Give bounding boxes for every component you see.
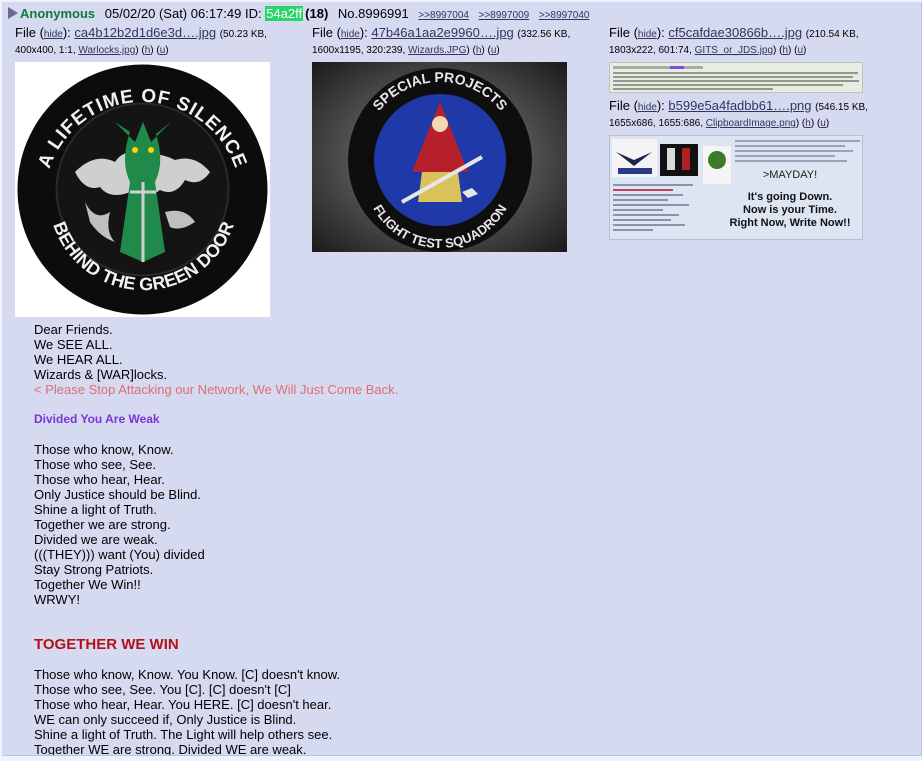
post-message: Dear Friends. We SEE ALL. We HEAR ALL. W… xyxy=(34,322,894,756)
purple-heading: Divided You Are Weak xyxy=(34,412,160,426)
message-line: Those who see, See. You [C]. [C] doesn't… xyxy=(34,682,291,697)
u-link[interactable]: u xyxy=(160,45,166,56)
message-line: Together we are strong. xyxy=(34,517,171,532)
file-meta: 1803x222, 601:74, GITS_or_JDS.jpg) (h) (… xyxy=(609,45,807,56)
original-filename-link[interactable]: Warlocks.jpg xyxy=(78,45,135,56)
message-line: WE can only succeed if, Only Justice is … xyxy=(34,712,297,727)
message-line: Those who hear, Hear. xyxy=(34,472,165,487)
message-line: Dear Friends. xyxy=(34,322,113,337)
post-info: Anonymous 05/02/20 (Sat) 06:17:49 ID: 54… xyxy=(8,6,590,24)
u-link[interactable]: u xyxy=(820,118,826,129)
file-header: File (hide): 47b46a1aa2e9960….jpg (332.5… xyxy=(312,25,571,40)
message-line: Those who know, Know. xyxy=(34,442,174,457)
message-line: Together We Win!! xyxy=(34,577,141,592)
message-line: Shine a light of Truth. xyxy=(34,502,157,517)
backlink[interactable]: >>8997040 xyxy=(539,10,590,21)
u-link[interactable]: u xyxy=(797,45,803,56)
red-heading: TOGETHER WE WIN xyxy=(34,636,179,653)
warlocks-patch-image: A LIFETIME OF SILENCE BEHIND THE GREEN D… xyxy=(17,64,268,315)
file-block: File (hide): b599e5a4fadbb61….png (546.1… xyxy=(609,98,868,132)
message-line: Divided we are weak. xyxy=(34,532,158,547)
file-header: File (hide): cf5cafdae30866b….jpg (210.5… xyxy=(609,25,859,40)
thumbnail-clipboard[interactable]: >MAYDAY! It's going Down. Now is your Ti… xyxy=(609,135,863,240)
svg-text:Right Now, Write Now!!: Right Now, Write Now!! xyxy=(730,217,851,229)
poster-name: Anonymous xyxy=(20,6,96,21)
file-name-link[interactable]: 47b46a1aa2e9960….jpg xyxy=(371,25,513,40)
file-meta: 1600x1195, 320:239, Wizards.JPG) (h) (u) xyxy=(312,45,500,56)
hide-link[interactable]: hide xyxy=(44,29,63,40)
u-link[interactable]: u xyxy=(491,45,497,56)
message-line: Stay Strong Patriots. xyxy=(34,562,154,577)
hide-link[interactable]: hide xyxy=(341,29,360,40)
message-line: Only Justice should be Blind. xyxy=(34,487,201,502)
hide-link[interactable]: hide xyxy=(638,102,657,113)
message-line: WRWY! xyxy=(34,592,80,607)
file-block: File (hide): cf5cafdae30866b….jpg (210.5… xyxy=(609,25,859,59)
original-filename-link[interactable]: Wizards.JPG xyxy=(408,45,466,56)
toggle-arrow-icon[interactable] xyxy=(8,7,18,19)
svg-text:Now is your Time.: Now is your Time. xyxy=(743,204,837,216)
h-link[interactable]: h xyxy=(782,45,788,56)
post-count: (18) xyxy=(305,6,329,21)
wizards-patch-image: SPECIAL PROJECTS FLIGHT TEST SQUADRON xyxy=(312,62,567,252)
clipboard-screenshot-image: >MAYDAY! It's going Down. Now is your Ti… xyxy=(612,139,860,231)
gits-screenshot-image xyxy=(613,66,859,90)
hide-link[interactable]: hide xyxy=(638,29,657,40)
message-line: Those who see, See. xyxy=(34,457,157,472)
file-block: File (hide): 47b46a1aa2e9960….jpg (332.5… xyxy=(312,25,570,59)
file-block: File (hide): ca4b12b2d1d6e3d….jpg (50.23… xyxy=(15,25,267,59)
thumbnail-warlocks[interactable]: A LIFETIME OF SILENCE BEHIND THE GREEN D… xyxy=(15,62,270,317)
file-header: File (hide): b599e5a4fadbb61….png (546.1… xyxy=(609,98,868,113)
post-number[interactable]: No.8996991 xyxy=(338,6,409,21)
poster-id-label: ID: xyxy=(244,6,262,21)
poster-id-badge[interactable]: 54a2ff xyxy=(265,6,304,21)
file-name-link[interactable]: ca4b12b2d1d6e3d….jpg xyxy=(74,25,216,40)
quote-text: < Please Stop Attacking our Network, We … xyxy=(34,382,399,397)
post: Anonymous 05/02/20 (Sat) 06:17:49 ID: 54… xyxy=(2,2,922,756)
h-link[interactable]: h xyxy=(145,45,151,56)
h-link[interactable]: h xyxy=(805,118,811,129)
file-name-link[interactable]: cf5cafdae30866b….jpg xyxy=(668,25,802,40)
backlink[interactable]: >>8997004 xyxy=(418,10,469,21)
message-line: Wizards & [WAR]locks. xyxy=(34,367,168,382)
file-header: File (hide): ca4b12b2d1d6e3d….jpg (50.23… xyxy=(15,25,267,40)
message-line: Shine a light of Truth. The Light will h… xyxy=(34,727,333,742)
message-line: We SEE ALL. xyxy=(34,337,113,352)
original-filename-link[interactable]: ClipboardImage.png xyxy=(706,118,796,129)
h-link[interactable]: h xyxy=(476,45,482,56)
message-line: (((THEY))) want (You) divided xyxy=(34,547,205,562)
file-name-link[interactable]: b599e5a4fadbb61….png xyxy=(668,98,811,113)
thumbnail-gits[interactable] xyxy=(609,62,863,93)
message-line: Those who hear, Hear. You HERE. [C] does… xyxy=(34,697,332,712)
message-line: Together WE are strong. Divided WE are w… xyxy=(34,742,307,756)
message-line: We HEAR ALL. xyxy=(34,352,123,367)
message-line: Those who know, Know. You Know. [C] does… xyxy=(34,667,341,682)
original-filename-link[interactable]: GITS_or_JDS.jpg xyxy=(695,45,773,56)
thumbnail-wizards[interactable]: SPECIAL PROJECTS FLIGHT TEST SQUADRON xyxy=(312,62,567,252)
post-date: 05/02/20 (Sat) 06:17:49 xyxy=(104,6,242,21)
svg-text:It's going Down.: It's going Down. xyxy=(748,191,833,203)
file-meta: 400x400, 1:1, Warlocks.jpg) (h) (u) xyxy=(15,45,169,56)
file-meta: 1655x686, 1655:686, ClipboardImage.png) … xyxy=(609,118,830,129)
svg-text:>MAYDAY!: >MAYDAY! xyxy=(763,169,817,181)
backlink[interactable]: >>8997009 xyxy=(479,10,530,21)
